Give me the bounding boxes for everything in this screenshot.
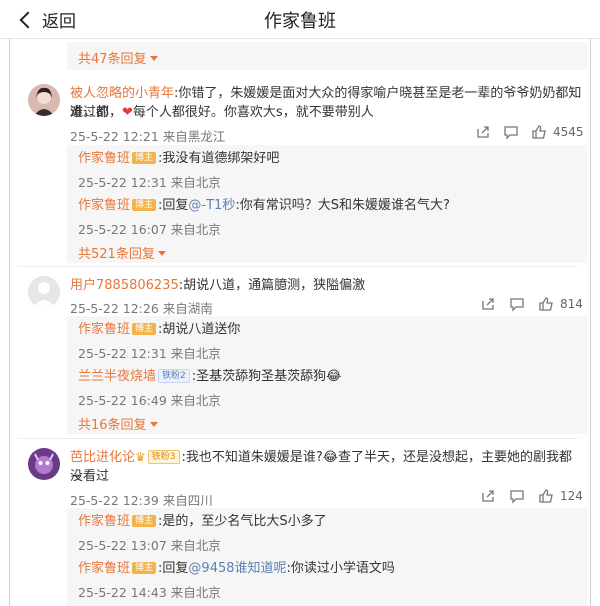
fan-badge: 铁粉3: [147, 450, 180, 464]
share-icon: [482, 298, 494, 310]
more-replies-link[interactable]: 共16条回复: [78, 414, 158, 433]
comment-user[interactable]: 芭比进化论: [70, 450, 135, 465]
top-bar: 返回 作家鲁班: [0, 0, 600, 39]
like-count: 814: [560, 297, 583, 311]
comment-body: 难过的，: [70, 105, 123, 120]
comment-icon: [510, 298, 524, 312]
reply-user[interactable]: 作家鲁班: [78, 198, 130, 213]
reply-user[interactable]: 作家鲁班: [78, 561, 130, 576]
author-badge: 博主: [132, 562, 157, 574]
laugh-emoji-icon: 😂: [326, 369, 342, 384]
reply-text: 作家鲁班 博主:是的，至少名气比大S小多了: [78, 512, 327, 531]
caret-down-icon: [149, 56, 158, 61]
laugh-emoji-icon: 😂: [322, 450, 338, 465]
comment-button[interactable]: [509, 488, 525, 504]
thumbs-up-icon: [539, 297, 553, 311]
like-button[interactable]: 4545: [531, 124, 584, 140]
reply-text: 作家鲁班 博主:胡说八道送你: [78, 320, 240, 339]
reply-body: :我没有道德绑架好吧: [158, 151, 280, 166]
share-icon: [477, 126, 489, 138]
reply-user[interactable]: 兰兰半夜烧墙: [78, 369, 156, 384]
comment-time: 25-5-22 12:39 来自四川: [70, 493, 213, 508]
reply-body: :胡说八道送你: [158, 322, 241, 337]
comment-button[interactable]: [509, 296, 525, 312]
page-title: 作家鲁班: [264, 11, 336, 32]
reply-time: 25-5-22 14:43 来自北京: [78, 585, 221, 600]
more-replies-label: 共16条回复: [78, 418, 147, 433]
more-replies-label: 共521条回复: [78, 247, 155, 262]
thumbs-up-icon: [539, 489, 553, 503]
comment-text: 芭比进化论♛ 铁粉3:我也不知道朱媛媛是谁?😂查了半天，还是没想起，主要她的剧我都…: [70, 448, 582, 486]
reply-user[interactable]: 作家鲁班: [78, 322, 130, 337]
fan-badge: 铁粉2: [158, 369, 190, 383]
like-button[interactable]: 124: [538, 488, 583, 504]
comment-icon: [510, 490, 524, 504]
reply-time: 25-5-22 12:31 来自北京: [78, 175, 221, 190]
heart-icon: ❤: [122, 105, 133, 120]
reply-user[interactable]: 作家鲁班: [78, 514, 130, 529]
reply-time: 25-5-22 16:07 来自北京: [78, 222, 221, 237]
divider: [18, 266, 578, 267]
more-replies-link[interactable]: 共47条回复: [78, 48, 158, 67]
reply-body: :回复: [158, 561, 189, 576]
like-button[interactable]: 814: [538, 296, 583, 312]
share-icon: [482, 490, 494, 502]
comment-time: 25-5-22 12:26 来自湖南: [70, 301, 213, 316]
reply-body: :回复: [158, 198, 189, 213]
reply-text: 作家鲁班 博主:回复@-T1秒:你有常识吗？大S和朱媛媛谁名气大?: [78, 196, 450, 215]
like-count: 124: [560, 489, 583, 503]
avatar[interactable]: [28, 276, 60, 308]
comment-time: 25-5-22 12:21 来自黑龙江: [70, 129, 226, 144]
share-button[interactable]: [480, 488, 496, 504]
reply-body: :你有常识吗？大S和朱媛媛谁名气大?: [235, 198, 450, 213]
divider: [18, 438, 578, 439]
reply-body: :是的，至少名气比大S小多了: [158, 514, 327, 529]
comment-user[interactable]: 用户7885806235: [70, 278, 179, 293]
author-badge: 博主: [132, 515, 157, 527]
comment-text: 用户7885806235:胡说八道，通篇臆测，狭隘偏激: [70, 276, 365, 295]
share-button[interactable]: [480, 296, 496, 312]
avatar[interactable]: [28, 84, 60, 116]
comment-text-line2: ~: [70, 469, 81, 484]
reply-text: 作家鲁班 博主:回复@9458谁知道呢:你读过小学语文吗: [78, 559, 395, 578]
more-replies-link[interactable]: 共521条回复: [78, 243, 166, 262]
mention-link[interactable]: @9458谁知道呢: [188, 561, 286, 576]
reply-time: 25-5-22 16:49 来自北京: [78, 393, 221, 408]
comment-text-line2: 难过的，❤每个人都很好。你喜欢大s，就不要带别人: [70, 103, 374, 122]
comment-user[interactable]: 被人忽略的小青年: [70, 86, 174, 101]
author-badge: 博主: [132, 152, 157, 164]
crown-icon: ♛: [135, 450, 146, 464]
caret-down-icon: [157, 251, 166, 256]
comment-body: :胡说八道，通篇臆测，狭隘偏激: [178, 278, 366, 293]
mention-link[interactable]: @-T1秒: [188, 198, 235, 213]
reply-body: :圣基茨舔狗圣基茨舔狗: [191, 369, 327, 384]
comment-button[interactable]: [503, 124, 519, 140]
avatar[interactable]: [28, 448, 60, 480]
more-replies-label: 共47条回复: [78, 52, 147, 67]
author-badge: 博主: [132, 323, 157, 335]
author-badge: 博主: [132, 199, 157, 211]
like-count: 4545: [553, 125, 584, 139]
comment-body: 每个人都很好。你喜欢大s，就不要带别人: [132, 105, 374, 120]
thumbs-up-icon: [532, 125, 546, 139]
share-button[interactable]: [475, 124, 491, 140]
caret-down-icon: [149, 422, 158, 427]
reply-user[interactable]: 作家鲁班: [78, 151, 130, 166]
comment-body: :我也不知道朱媛媛是谁?: [181, 450, 323, 465]
reply-time: 25-5-22 13:07 来自北京: [78, 538, 221, 553]
reply-time: 25-5-22 12:31 来自北京: [78, 346, 221, 361]
reply-body: :你读过小学语文吗: [286, 561, 395, 576]
comment-icon: [504, 126, 518, 140]
reply-text: 兰兰半夜烧墙 铁粉2:圣基茨舔狗圣基茨舔狗😂: [78, 367, 341, 386]
reply-text: 作家鲁班 博主:我没有道德绑架好吧: [78, 149, 279, 168]
